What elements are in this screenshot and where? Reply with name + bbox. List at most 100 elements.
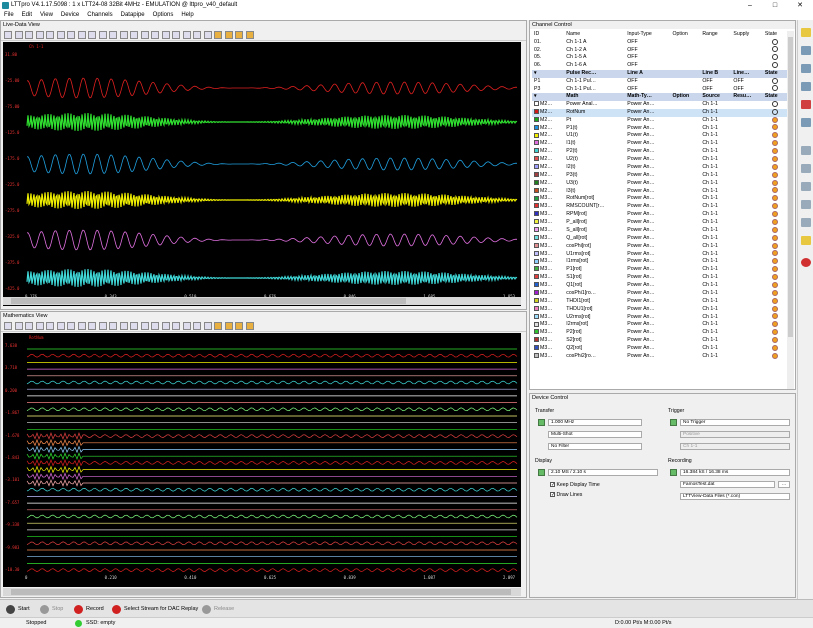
math-row[interactable]: M3… RPM[rot] Power An… Ch 1-1 (532, 211, 787, 219)
math-tool-icon[interactable] (119, 322, 128, 330)
trigger-select[interactable]: No Trigger (680, 419, 790, 426)
display-apply-icon[interactable] (538, 469, 545, 476)
math-row[interactable]: M3… U2rms[rot] Power An… Ch 1-1 (532, 313, 787, 321)
state-icon[interactable] (771, 211, 778, 217)
math-row[interactable]: M2… P1(t) Power An… Ch 1-1 (532, 124, 787, 132)
tool-icon-9[interactable] (801, 182, 811, 191)
pulse-row[interactable]: P1 Ch 1-1 Pul… OFF OFF OFF (532, 77, 787, 86)
start-button[interactable]: Start (4, 603, 30, 615)
math-row[interactable]: M2… Power Anal… Power An… Ch 1-1 (532, 100, 787, 109)
column-header[interactable]: Range (700, 31, 732, 39)
math-row[interactable]: M3… P_all[rot] Power An… Ch 1-1 (532, 218, 787, 227)
state-icon[interactable] (771, 242, 778, 249)
live-scrollbar[interactable] (3, 297, 521, 305)
tool-icon-7[interactable] (801, 146, 811, 155)
math-row[interactable]: M2… I1(t) Power An… Ch 1-1 (532, 140, 787, 148)
state-icon[interactable] (771, 218, 778, 225)
tool-icon-2[interactable] (801, 46, 811, 55)
record-button[interactable]: Record (72, 603, 104, 615)
live-tool-icon[interactable] (109, 31, 117, 39)
state-icon[interactable] (771, 62, 778, 69)
browse-button[interactable]: … (778, 481, 790, 488)
math-row[interactable]: M2… RotNum Power An… Ch 1-1 (532, 108, 787, 117)
column-header[interactable]: State (762, 31, 787, 39)
math-tool-icon[interactable] (151, 322, 159, 330)
tool-icon-10[interactable] (801, 200, 811, 209)
state-icon[interactable] (771, 46, 778, 53)
state-icon[interactable] (771, 329, 778, 336)
math-tool-icon[interactable] (140, 322, 149, 330)
column-header[interactable]: Option (670, 31, 701, 39)
math-tool-icon[interactable] (14, 322, 23, 330)
math-row[interactable]: M3… cosPhi[rot] Power An… Ch 1-1 (532, 242, 787, 251)
state-icon[interactable] (771, 54, 778, 61)
live-tool-icon[interactable] (77, 31, 86, 39)
state-icon[interactable] (771, 344, 778, 351)
trigger-apply-icon[interactable] (670, 419, 677, 426)
menu-edit[interactable]: Edit (18, 11, 36, 20)
state-icon[interactable] (771, 305, 778, 312)
math-row[interactable]: M3… cosPhi1[ro… Power An… Ch 1-1 (532, 289, 787, 298)
math-tool-icon[interactable] (203, 322, 212, 330)
keep-display-checkbox[interactable]: ✓ Keep Display Time (550, 482, 600, 488)
menu-device[interactable]: Device (57, 11, 83, 20)
close-button[interactable]: ✕ (790, 1, 810, 10)
live-tool-icon[interactable] (56, 31, 65, 39)
math-row[interactable]: M2… U2(t) Power An… Ch 1-1 (532, 155, 787, 164)
state-icon[interactable] (771, 132, 778, 139)
recording-select[interactable]: 16.384 kS / 16.38 ms (680, 469, 790, 476)
math-tool-icon[interactable] (235, 322, 243, 330)
math-row[interactable]: M3… THDU1[rot] Power An… Ch 1-1 (532, 305, 787, 314)
state-icon[interactable] (771, 163, 778, 170)
live-tool-icon[interactable] (245, 31, 254, 39)
math-row[interactable]: M3… Q1[rot] Power An… Ch 1-1 (532, 281, 787, 290)
math-tool-icon[interactable] (67, 322, 75, 330)
math-row[interactable]: M3… Q_all[rot] Power An… Ch 1-1 (532, 234, 787, 243)
math-tool-icon[interactable] (182, 322, 191, 330)
state-icon[interactable] (771, 38, 778, 45)
state-icon[interactable] (771, 234, 778, 241)
tool-icon-11[interactable] (801, 218, 811, 227)
live-tool-icon[interactable] (67, 31, 75, 39)
math-tool-icon[interactable] (109, 322, 117, 330)
math-row[interactable]: M2… P2(t) Power An… Ch 1-1 (532, 148, 787, 156)
pulse-row[interactable]: P3 Ch 1-1 Pul… OFF OFF OFF (532, 85, 787, 93)
state-icon[interactable] (771, 85, 778, 92)
math-row[interactable]: M2… U3(t) Power An… Ch 1-1 (532, 179, 787, 188)
maximize-button[interactable]: □ (765, 1, 785, 10)
math-tool-icon[interactable] (245, 322, 254, 330)
mode-select[interactable]: Multi-Shot (548, 431, 642, 438)
menu-channels[interactable]: Channels (83, 11, 116, 20)
state-icon[interactable] (771, 195, 778, 202)
state-icon[interactable] (771, 155, 778, 162)
state-icon[interactable] (771, 226, 778, 233)
live-tool-icon[interactable] (98, 31, 107, 39)
math-row[interactable]: M3… I2rms[rot] Power An… Ch 1-1 (532, 321, 787, 329)
column-header[interactable]: Supply (731, 31, 763, 39)
math-row[interactable]: M3… cosPhi2[ro… Power An… Ch 1-1 (532, 352, 787, 361)
rate-select[interactable]: 1.000 MHz (548, 419, 642, 426)
state-icon[interactable] (771, 274, 778, 280)
state-icon[interactable] (771, 116, 778, 123)
input-row[interactable]: 02. Ch 1-2 A OFF (532, 46, 787, 54)
live-tool-icon[interactable] (224, 31, 233, 39)
live-tool-icon[interactable] (161, 31, 170, 39)
live-tool-icon[interactable] (140, 31, 149, 39)
live-tool-icon[interactable] (35, 31, 44, 39)
state-icon[interactable] (771, 297, 778, 304)
menu-file[interactable]: File (0, 11, 18, 20)
math-tool-icon[interactable] (88, 322, 96, 330)
transfer-apply-icon[interactable] (538, 419, 545, 426)
math-row[interactable]: M3… I1rms[rot] Power An… Ch 1-1 (532, 258, 787, 266)
column-header[interactable]: Input-Type (625, 31, 671, 39)
math-row[interactable]: M3… P1[rot] Power An… Ch 1-1 (532, 266, 787, 274)
file-input[interactable]: FamosTest.dat (680, 481, 775, 488)
channel-scrollbar[interactable] (787, 31, 794, 389)
state-icon[interactable] (771, 148, 778, 154)
math-tool-icon[interactable] (25, 322, 33, 330)
tool-icon-8[interactable] (801, 164, 811, 173)
math-tool-icon[interactable] (224, 322, 233, 330)
math-plot[interactable]: RotNum 7.638 3.718 0.200 -1.867 -1.678 -1.843… (3, 333, 521, 587)
state-icon[interactable] (771, 352, 778, 359)
math-row[interactable]: M2… I2(t) Power An… Ch 1-1 (532, 163, 787, 172)
